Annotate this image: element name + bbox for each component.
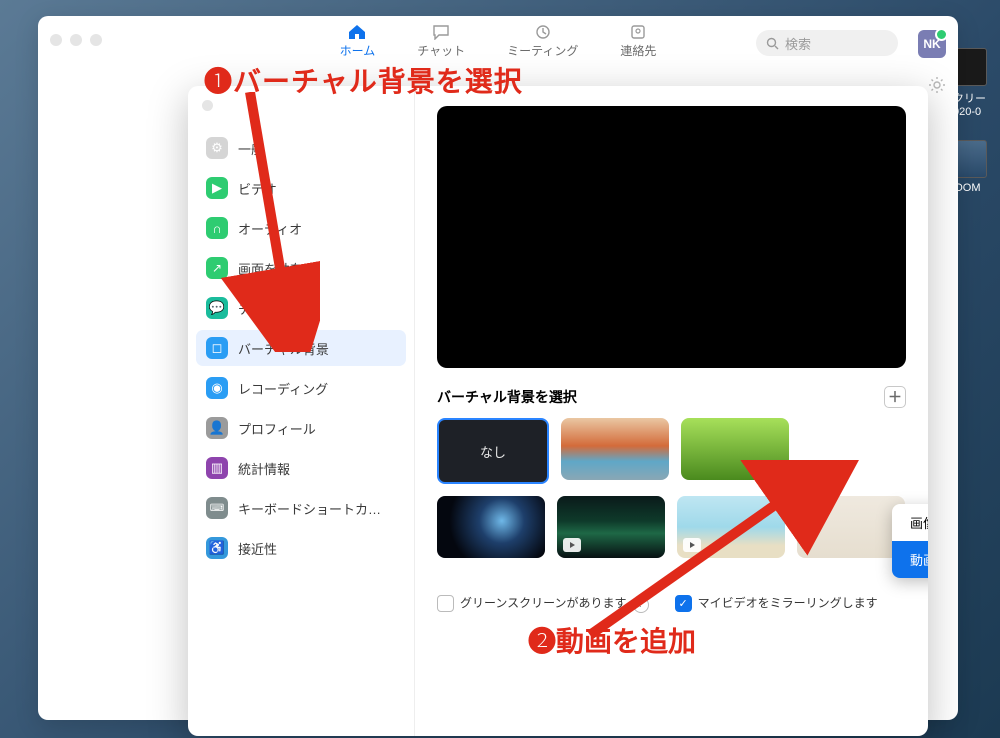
- profile-icon: 👤: [206, 417, 228, 439]
- sidebar-item-profile[interactable]: 👤 プロフィール: [196, 410, 406, 446]
- bg-thumb-bridge[interactable]: [561, 418, 669, 480]
- bg-thumb-aurora[interactable]: [557, 496, 665, 558]
- sidebar-item-label: チャット: [238, 299, 290, 318]
- settings-gear-button[interactable]: [928, 76, 946, 99]
- nav-home-label: ホーム: [340, 44, 376, 58]
- sidebar-item-label: 画面を共有: [238, 259, 303, 278]
- sidebar-item-general[interactable]: ⚙ 一般: [196, 130, 406, 166]
- checkbox-icon: ✓: [675, 595, 692, 612]
- sidebar-item-virtual-background[interactable]: ◻ バーチャル背景: [196, 330, 406, 366]
- gear-icon: [928, 76, 946, 94]
- sidebar-item-video[interactable]: ▶ ビデオ: [196, 170, 406, 206]
- sidebar-item-label: 接近性: [238, 539, 277, 558]
- sidebar-item-label: 統計情報: [238, 459, 290, 478]
- record-icon: ◉: [206, 377, 228, 399]
- close-icon[interactable]: [202, 100, 213, 111]
- sidebar-item-audio[interactable]: ∩ オーディオ: [196, 210, 406, 246]
- video-badge-icon: [563, 538, 581, 552]
- search-placeholder: 検索: [785, 34, 811, 53]
- add-background-button[interactable]: ＋: [884, 386, 906, 408]
- zoom-main-window: ホーム チャット ミーティング 連絡先 検索 NK: [38, 16, 958, 720]
- clock-icon: [534, 24, 552, 40]
- mirror-label: マイビデオをミラーリングします: [698, 596, 878, 610]
- nav-meeting-label: ミーティング: [507, 44, 578, 58]
- checkbox-icon: [437, 595, 454, 612]
- sidebar-item-label: 一般: [238, 139, 264, 158]
- sidebar-item-recording[interactable]: ◉ レコーディング: [196, 370, 406, 406]
- nav-contacts-label: 連絡先: [620, 44, 656, 58]
- sidebar-item-label: オーディオ: [238, 219, 302, 238]
- stats-icon: ▥: [206, 457, 228, 479]
- sidebar-item-share[interactable]: ↗ 画面を共有: [196, 250, 406, 286]
- mirror-checkbox[interactable]: ✓ マイビデオをミラーリングします: [675, 594, 878, 612]
- menu-add-video[interactable]: 動画を追加: [892, 541, 928, 578]
- menu-add-image[interactable]: 画像を追加: [892, 504, 928, 541]
- sidebar-item-label: キーボードショートカ…: [238, 499, 381, 518]
- bg-thumb-earth[interactable]: [437, 496, 545, 558]
- green-screen-checkbox[interactable]: グリーンスクリーンがあります?: [437, 594, 649, 613]
- section-title: バーチャル背景を選択: [437, 387, 577, 407]
- help-icon[interactable]: ?: [633, 597, 649, 613]
- headphones-icon: ∩: [206, 217, 228, 239]
- sidebar-item-keyboard[interactable]: ⌨ キーボードショートカ…: [196, 490, 406, 526]
- keyboard-icon: ⌨: [206, 497, 228, 519]
- chat-icon: [432, 24, 450, 40]
- sidebar-item-label: レコーディング: [238, 379, 328, 398]
- person-icon: ◻: [206, 337, 228, 359]
- settings-content: バーチャル背景を選択 ＋ なし グリーンスクリーンがあります?: [415, 86, 928, 736]
- presence-dot-icon: [935, 28, 948, 41]
- nav-chat-label: チャット: [417, 44, 465, 58]
- video-preview: [437, 106, 906, 368]
- contacts-icon: [629, 24, 647, 40]
- search-input[interactable]: 検索: [756, 30, 898, 56]
- sidebar-item-accessibility[interactable]: ♿ 接近性: [196, 530, 406, 566]
- bg-thumb-room[interactable]: [797, 496, 905, 558]
- bg-thumb-beach[interactable]: [677, 496, 785, 558]
- video-badge-icon: [683, 538, 701, 552]
- bg-thumb-grass[interactable]: [681, 418, 789, 480]
- nav-chat[interactable]: チャット: [417, 24, 465, 59]
- avatar[interactable]: NK: [918, 30, 946, 58]
- gear-icon: ⚙: [206, 137, 228, 159]
- home-icon: [348, 24, 366, 40]
- settings-sidebar: ⚙ 一般 ▶ ビデオ ∩ オーディオ ↗ 画面を共有 💬 チャット ◻ バーチャル背景 ◉ レ…: [188, 86, 415, 736]
- nav-meeting[interactable]: ミーティング: [507, 24, 578, 59]
- nav-home[interactable]: ホーム: [340, 24, 376, 59]
- green-screen-label: グリーンスクリーンがあります: [460, 596, 627, 610]
- bg-none-label: なし: [480, 442, 506, 461]
- search-icon: [766, 37, 779, 50]
- sidebar-item-label: プロフィール: [238, 419, 316, 438]
- sidebar-item-chat[interactable]: 💬 チャット: [196, 290, 406, 326]
- chat-icon: 💬: [206, 297, 228, 319]
- sidebar-item-label: ビデオ: [238, 179, 277, 198]
- menu-item-label: 動画を追加: [910, 553, 928, 568]
- sidebar-item-label: バーチャル背景: [238, 339, 329, 358]
- nav-contacts[interactable]: 連絡先: [620, 24, 656, 59]
- settings-window: ⚙ 一般 ▶ ビデオ ∩ オーディオ ↗ 画面を共有 💬 チャット ◻ バーチャル背景 ◉ レ…: [188, 86, 928, 736]
- sidebar-item-stats[interactable]: ▥ 統計情報: [196, 450, 406, 486]
- menu-item-label: 画像を追加: [910, 516, 928, 531]
- bg-thumb-none[interactable]: なし: [437, 418, 549, 484]
- add-menu-popup: 画像を追加 動画を追加: [892, 504, 928, 578]
- video-icon: ▶: [206, 177, 228, 199]
- share-icon: ↗: [206, 257, 228, 279]
- accessibility-icon: ♿: [206, 537, 228, 559]
